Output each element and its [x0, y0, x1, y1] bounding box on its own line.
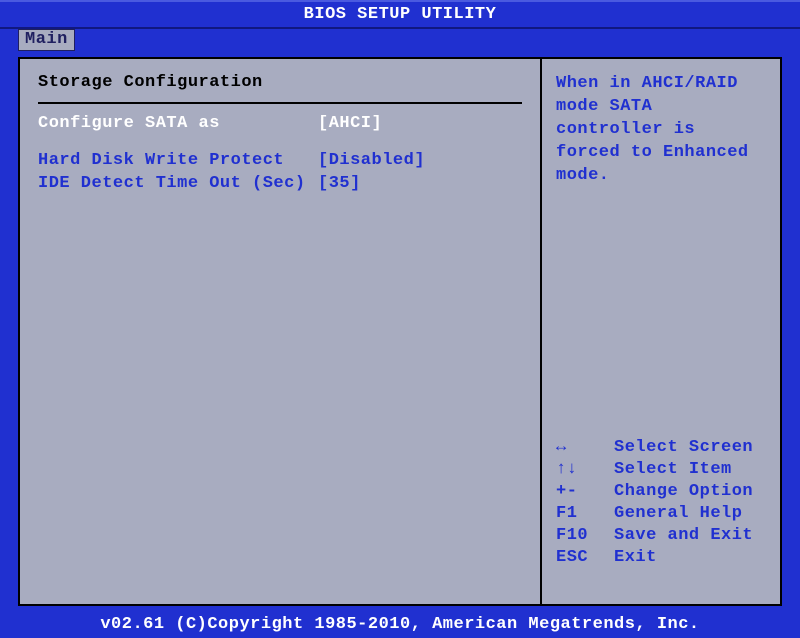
nav-select-screen: ↔ Select Screen	[556, 438, 766, 457]
nav-key: +-	[556, 482, 614, 501]
option-value: [35]	[318, 174, 522, 193]
nav-key: F10	[556, 526, 614, 545]
title-text: BIOS SETUP UTILITY	[304, 5, 497, 24]
right-panel: When in AHCI/RAID mode SATA controller i…	[542, 59, 780, 604]
option-label: Hard Disk Write Protect	[38, 151, 318, 170]
left-panel: Storage Configuration Configure SATA as …	[20, 59, 542, 604]
option-hd-write-protect[interactable]: Hard Disk Write Protect [Disabled]	[38, 151, 522, 170]
nav-desc: General Help	[614, 504, 742, 523]
divider	[38, 102, 522, 104]
tab-label: Main	[25, 30, 68, 49]
option-ide-detect-timeout[interactable]: IDE Detect Time Out (Sec) [35]	[38, 174, 522, 193]
nav-select-item: ↑↓ Select Item	[556, 460, 766, 479]
section-title: Storage Configuration	[38, 73, 522, 92]
main-area: Storage Configuration Configure SATA as …	[0, 51, 800, 612]
nav-desc: Save and Exit	[614, 526, 753, 545]
nav-general-help: F1 General Help	[556, 504, 766, 523]
nav-key: ESC	[556, 548, 614, 567]
footer-bar: v02.61 (C)Copyright 1985-2010, American …	[0, 612, 800, 638]
nav-exit: ESC Exit	[556, 548, 766, 567]
tab-bar: Main	[0, 29, 800, 51]
nav-save-exit: F10 Save and Exit	[556, 526, 766, 545]
option-configure-sata[interactable]: Configure SATA as [AHCI]	[38, 114, 522, 133]
bios-screen: BIOS SETUP UTILITY Main Storage Configur…	[0, 0, 800, 638]
nav-desc: Select Screen	[614, 438, 753, 457]
option-value: [Disabled]	[318, 151, 522, 170]
content-frame: Storage Configuration Configure SATA as …	[18, 57, 782, 606]
nav-desc: Select Item	[614, 460, 732, 479]
footer-text: v02.61 (C)Copyright 1985-2010, American …	[100, 615, 699, 634]
nav-help: ↔ Select Screen ↑↓ Select Item +- Change…	[556, 438, 766, 590]
option-label: IDE Detect Time Out (Sec)	[38, 174, 318, 193]
nav-key: ↔	[556, 438, 614, 457]
nav-key: ↑↓	[556, 460, 614, 479]
nav-key: F1	[556, 504, 614, 523]
option-label: Configure SATA as	[38, 114, 318, 133]
title-bar: BIOS SETUP UTILITY	[0, 0, 800, 29]
nav-desc: Change Option	[614, 482, 753, 501]
spacer	[38, 137, 522, 151]
nav-change-option: +- Change Option	[556, 482, 766, 501]
nav-desc: Exit	[614, 548, 657, 567]
option-value: [AHCI]	[318, 114, 522, 133]
help-text: When in AHCI/RAID mode SATA controller i…	[556, 73, 766, 188]
tab-main[interactable]: Main	[18, 29, 75, 51]
